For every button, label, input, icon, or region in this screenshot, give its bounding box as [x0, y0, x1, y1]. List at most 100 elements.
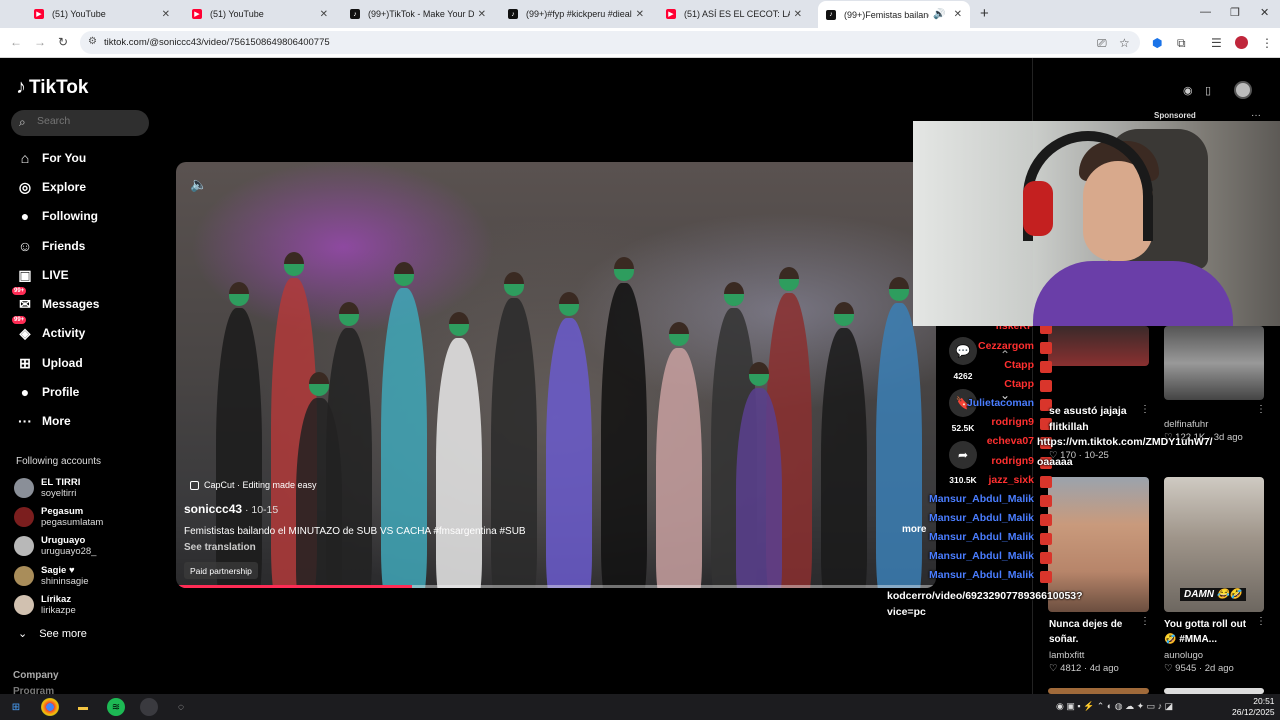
close-tab-icon[interactable]: ✕: [162, 9, 170, 20]
sidebar-item-explore[interactable]: ◎ Explore: [14, 176, 86, 198]
search-box[interactable]: ⌕: [11, 110, 149, 136]
avatar: [14, 536, 34, 556]
chat-message: flitkillah: [1049, 421, 1089, 433]
ellipsis-icon[interactable]: ···: [1251, 110, 1261, 121]
green-scarf: [889, 289, 909, 301]
sidebar-item-upload[interactable]: ⊞ Upload: [14, 352, 83, 374]
browser-tab-active[interactable]: ♪ (99+)Femistas bailando el M 🔊 ✕: [818, 1, 970, 28]
browser-tab[interactable]: ♪ (99+)TikTok - Make Your Day ✕: [342, 3, 494, 25]
windows-start-icon[interactable]: ⊞: [7, 698, 25, 716]
chat-emote-icon: [1040, 361, 1052, 373]
green-scarf: [559, 304, 579, 316]
browser-tab[interactable]: ▶ (51) ASÍ ES EL CECOT: LA CÁRCE ✕: [658, 3, 810, 25]
url-text[interactable]: tiktok.com/@soniccc43/video/756150864980…: [104, 37, 330, 48]
following-account[interactable]: Pegasum pegasumlatam: [14, 506, 103, 528]
chrome-active-icon[interactable]: [140, 698, 158, 716]
kebab-icon[interactable]: ⋮: [1256, 404, 1266, 415]
minimize-icon[interactable]: —: [1200, 6, 1211, 18]
media-control-icon[interactable]: ☰: [1211, 36, 1222, 50]
close-tab-icon[interactable]: ✕: [636, 9, 644, 20]
following-account[interactable]: Lírikaz lirikazpe: [14, 594, 76, 616]
see-more-button[interactable]: ⌄ See more: [18, 627, 87, 640]
following-account[interactable]: Sagie ♥ shininsagie: [14, 565, 89, 587]
shield-extension-icon[interactable]: ⬢: [1152, 36, 1162, 50]
following-account[interactable]: EL TIRRI soyeltirri: [14, 477, 80, 499]
dancer-figure: [876, 303, 922, 588]
file-explorer-icon[interactable]: ▬: [74, 698, 92, 716]
browser-tab[interactable]: ♪ (99+)#fyp #kickperu #diealis | T ✕: [500, 3, 652, 25]
close-tab-icon[interactable]: ✕: [794, 9, 802, 20]
sidebar-item-activity[interactable]: ◈ 99+ Activity: [12, 316, 85, 344]
sidebar-item-messages[interactable]: ✉ 99+ Messages: [12, 287, 99, 315]
video-author[interactable]: soniccc43 · 10-15: [184, 502, 278, 516]
comment-button[interactable]: 💬: [949, 337, 977, 365]
green-scarf: [284, 264, 304, 276]
volume-icon[interactable]: 🔈: [190, 176, 207, 193]
chrome-icon[interactable]: [41, 698, 59, 716]
kebab-icon[interactable]: ⋮: [1140, 404, 1150, 415]
chat-message: kodcerro/video/6923290778936610053?: [887, 590, 1083, 602]
webcam-shirt: [1033, 261, 1233, 326]
browser-tab[interactable]: ▶ (51) YouTube ✕: [184, 3, 336, 25]
compass-icon: ◎: [18, 178, 32, 195]
notification-badge: 99+: [12, 316, 27, 324]
speaker-icon[interactable]: 🔊: [933, 9, 945, 20]
see-translation-link[interactable]: See translation: [184, 542, 256, 553]
reload-icon[interactable]: ↻: [58, 35, 68, 49]
coins-icon[interactable]: ◉: [1183, 84, 1193, 97]
sidebar-item-for-you[interactable]: ⌂ For You: [14, 147, 86, 169]
restore-icon[interactable]: ❐: [1230, 6, 1240, 19]
chat-username: Mansur_Abdul_Malik: [928, 512, 1034, 524]
device-icon[interactable]: ▯: [1205, 84, 1211, 97]
share-button[interactable]: ➦: [949, 441, 977, 469]
system-clock[interactable]: 20:51 26/12/2025: [1232, 696, 1275, 718]
search-input[interactable]: [37, 115, 137, 127]
bookmark-star-icon[interactable]: ☆: [1119, 36, 1130, 50]
video-thumbnail[interactable]: [1048, 326, 1149, 366]
close-tab-icon[interactable]: ✕: [320, 9, 328, 20]
video-thumbnail[interactable]: DAMN 😂🤣: [1164, 477, 1264, 612]
sidebar-item-live[interactable]: ▣ LIVE: [14, 264, 68, 286]
rec-title[interactable]: You gotta roll out 🤣 #MMA...: [1164, 617, 1256, 647]
tray-icons[interactable]: ◉ ▣ ▪ ⚡ ⌃ ◐ ◍ ☁ ✦ ▭ ♪ ◪: [1056, 701, 1173, 712]
kebab-icon[interactable]: ⋮: [1256, 616, 1266, 627]
description-more-button[interactable]: more: [902, 524, 926, 535]
user-avatar[interactable]: [1234, 81, 1252, 99]
company-link[interactable]: Company: [13, 670, 59, 681]
close-window-icon[interactable]: ✕: [1260, 6, 1269, 19]
video-player[interactable]: 🔈 CapCut · Editing made easy soniccc43 ·…: [176, 162, 936, 588]
spotify-icon[interactable]: ≋: [107, 698, 125, 716]
close-tab-icon[interactable]: ✕: [478, 9, 486, 20]
obs-icon[interactable]: ◌: [172, 698, 190, 716]
sidebar-item-following[interactable]: ● Following: [14, 205, 98, 227]
sidebar-item-more[interactable]: ··· More: [14, 410, 71, 432]
site-info-icon[interactable]: ⚙: [88, 36, 97, 47]
following-account[interactable]: Uruguayo uruguayo28_: [14, 535, 96, 557]
forward-icon[interactable]: →: [34, 35, 46, 49]
extensions-icon[interactable]: ⧉: [1177, 36, 1186, 51]
dancer-figure: [546, 318, 592, 588]
video-thumbnail[interactable]: [1164, 326, 1264, 400]
capcut-tag[interactable]: CapCut · Editing made easy: [190, 480, 317, 490]
comment-icon: 💬: [955, 344, 971, 358]
kebab-icon[interactable]: ⋮: [1140, 616, 1150, 627]
browser-tab[interactable]: ▶ (51) YouTube ✕: [26, 3, 178, 25]
back-icon[interactable]: ←: [10, 35, 22, 49]
close-tab-icon[interactable]: ✕: [954, 9, 962, 20]
sidebar-item-friends[interactable]: ☺ Friends: [14, 235, 86, 257]
rec-user[interactable]: aunolugo: [1164, 650, 1203, 661]
install-icon[interactable]: ⎚: [1097, 36, 1107, 51]
streamer-webcam: [913, 121, 1280, 326]
rec-user[interactable]: lambxfitt: [1049, 650, 1084, 661]
chat-emote-icon: [1040, 533, 1052, 545]
sidebar-item-profile[interactable]: ● Profile: [14, 381, 80, 403]
video-progress-bar[interactable]: [176, 585, 936, 588]
rec-title[interactable]: Nunca dejes de soñar.: [1049, 617, 1139, 647]
tiktok-logo[interactable]: ♪ TikTok: [16, 76, 88, 99]
address-bar[interactable]: ⚙ tiktok.com/@soniccc43/video/7561508649…: [80, 31, 1140, 54]
profile-avatar[interactable]: [1235, 36, 1248, 49]
new-tab-button[interactable]: +: [980, 5, 989, 22]
menu-kebab-icon[interactable]: ⋮: [1261, 36, 1273, 50]
rec-user[interactable]: delfinafuhr: [1164, 419, 1208, 430]
dancer-figure: [601, 283, 647, 588]
